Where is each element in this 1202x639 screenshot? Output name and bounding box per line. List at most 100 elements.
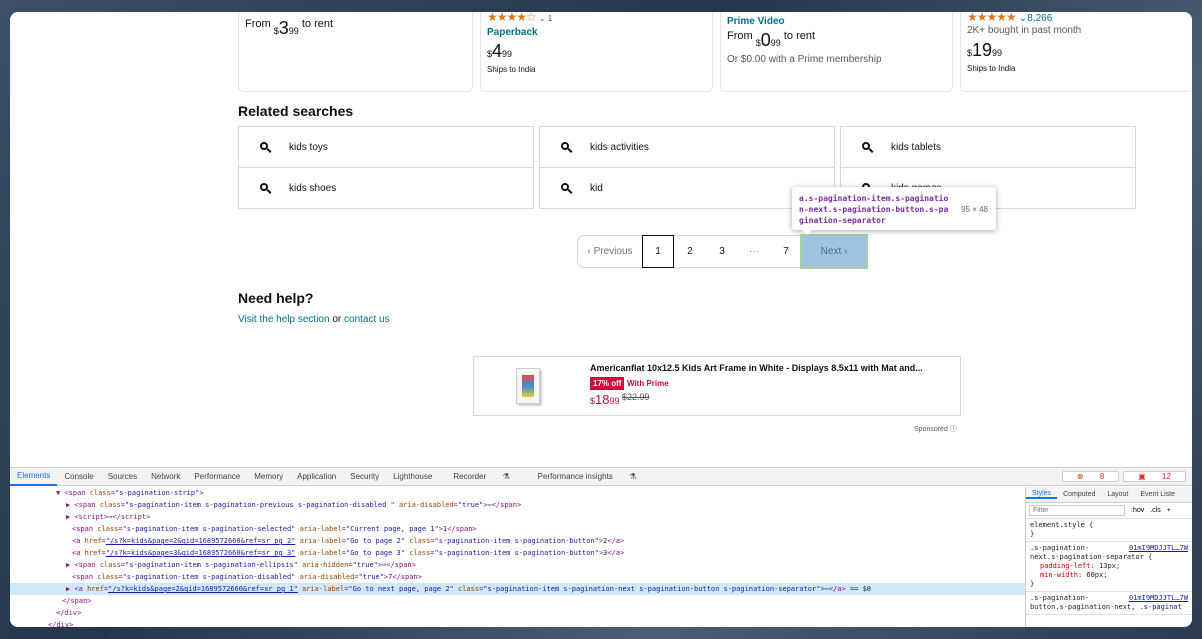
price-from: From [245, 18, 271, 30]
styles-filter-bar: :hov .cls + [1026, 503, 1192, 519]
rating-count[interactable]: ⌄ 1 [539, 14, 552, 23]
dom-node[interactable]: </div> [10, 607, 1025, 619]
css-rule[interactable]: .s-pagination- 01mI9MDJJTL…7W button.s-pa… [1026, 592, 1192, 615]
star-rating-icon[interactable]: ★★★★★ [967, 12, 1017, 24]
tab-network[interactable]: Network [144, 472, 187, 481]
tab-elements[interactable]: Elements [10, 468, 58, 486]
tab-performance-insights[interactable]: Performance insights ⚗ [524, 472, 651, 481]
related-search-item[interactable]: kid [539, 167, 835, 209]
star-rating-icon[interactable]: ★★★★☆ [487, 12, 537, 24]
sponsored-label[interactable]: Sponsored ⓘ [914, 424, 957, 434]
deal-label: With Prime [626, 379, 669, 388]
related-search-item[interactable]: kids shoes [238, 167, 534, 209]
price: $099 [755, 30, 781, 50]
next-button[interactable]: Next › [800, 234, 868, 269]
flask-icon: ⚗ [502, 472, 510, 481]
tab-event-listeners[interactable]: Event Liste [1134, 491, 1181, 498]
related-search-item[interactable]: kids toys [238, 126, 534, 168]
rating-count[interactable]: ⌄8,266 [1019, 13, 1052, 24]
tab-memory[interactable]: Memory [247, 472, 290, 481]
browser-window: From $399 to rent ★★★★☆ ⌄ 1 Paperback $4… [10, 12, 1192, 627]
product-card[interactable]: ★★★★★ ⌄8,266 2K+ bought in past month $1… [960, 12, 1192, 92]
price-suffix: to rent [783, 30, 816, 42]
dom-node[interactable]: ▶ <span class="s-pagination-item s-pagin… [10, 559, 1025, 571]
dom-node[interactable]: <span class="s-pagination-item s-paginat… [10, 571, 1025, 583]
tab-console[interactable]: Console [57, 472, 100, 481]
price-from: From [727, 30, 753, 42]
price: $499 [487, 41, 513, 61]
warning-count[interactable]: ▣ 12 [1123, 471, 1186, 482]
pagination-ellipsis: ··· [749, 246, 759, 257]
tooltip-selector: a.s-pagination-item.s-pagination-next.s-… [799, 194, 949, 225]
devtools-panel: Elements Console Sources Network Perform… [10, 467, 1192, 627]
page-3-link[interactable]: 3 [706, 236, 738, 267]
product-card[interactable]: Prime Video From $099 to rent Or $0.00 w… [720, 12, 953, 92]
ad-price: $1899 [590, 392, 620, 407]
inspect-tooltip: a.s-pagination-item.s-pagination-next.s-… [792, 187, 996, 235]
ad-product-image[interactable] [474, 357, 582, 415]
shipping-note: Ships to India [967, 64, 1016, 73]
tab-styles[interactable]: Styles [1026, 490, 1058, 499]
add-icon[interactable]: + [1167, 507, 1171, 514]
search-icon [561, 142, 569, 150]
chevron-right-icon: › [841, 246, 848, 257]
search-icon [862, 142, 870, 150]
dom-node[interactable]: ▶ <script>⋯</script> [10, 511, 1025, 523]
format-link[interactable]: Paperback [487, 27, 706, 38]
tooltip-size: 95 × 48 [961, 205, 988, 214]
css-rule[interactable]: .s-pagination- 01mI9MDJJTL…7W next.s-pagi… [1026, 542, 1192, 592]
tab-lighthouse[interactable]: Lighthouse [386, 472, 439, 481]
page-1-current: 1 [642, 235, 674, 268]
search-icon [260, 142, 268, 150]
help-line: Visit the help section or contact us [238, 314, 390, 325]
message-icon: ▣ [1138, 472, 1146, 481]
discount-badge: 17% off [590, 377, 625, 390]
format-link[interactable]: Prime Video [727, 16, 946, 27]
dom-node[interactable]: <a href="/s?k=kids&page=3&qid=1689572660… [10, 547, 1025, 559]
tab-computed[interactable]: Computed [1057, 491, 1101, 498]
shipping-note: Ships to India [487, 65, 536, 74]
tab-sources[interactable]: Sources [101, 472, 144, 481]
page-2-link[interactable]: 2 [674, 236, 706, 267]
contact-us-link[interactable]: contact us [344, 314, 390, 325]
error-icon: ⊗ [1076, 472, 1084, 481]
dom-node[interactable]: </div> [10, 619, 1025, 627]
tab-security[interactable]: Security [343, 472, 386, 481]
styles-pane: Styles Computed Layout Event Liste :hov … [1025, 487, 1192, 627]
dom-node[interactable]: ▼ <span class="s-pagination-strip"> [10, 487, 1025, 499]
devtools-tabs: Elements Console Sources Network Perform… [10, 468, 1192, 486]
tab-performance[interactable]: Performance [187, 472, 247, 481]
list-price: $22.99 [622, 392, 650, 402]
element-style-rule[interactable]: element.style {} [1026, 519, 1192, 542]
help-or: or [332, 314, 342, 325]
related-search-item[interactable]: kids tablets [840, 126, 1136, 168]
hov-toggle[interactable]: :hov [1131, 507, 1144, 514]
tab-layout[interactable]: Layout [1101, 491, 1134, 498]
info-icon: ⓘ [949, 426, 957, 433]
dom-node[interactable]: <a href="/s?k=kids&page=2&qid=1689572660… [10, 535, 1025, 547]
product-card[interactable]: From $399 to rent [238, 12, 473, 92]
error-count[interactable]: ⊗ 8 [1061, 471, 1120, 482]
tab-recorder[interactable]: Recorder ⚗ [439, 472, 523, 481]
dom-node[interactable]: ▶ <span class="s-pagination-item s-pagin… [10, 499, 1025, 511]
tab-application[interactable]: Application [290, 472, 343, 481]
dom-node[interactable]: <span class="s-pagination-item s-paginat… [10, 523, 1025, 535]
help-section-link[interactable]: Visit the help section [238, 314, 330, 325]
pagination-strip: ‹ Previous 1 2 3 ··· 7 Next › [577, 234, 868, 269]
styles-filter-input[interactable] [1029, 505, 1125, 516]
related-search-label: kid [590, 182, 603, 194]
ad-title[interactable]: Americanflat 10x12.5 Kids Art Frame in W… [590, 363, 923, 373]
search-icon [561, 183, 569, 191]
dom-tree[interactable]: ▼ <span class="s-pagination-strip"> ▶ <s… [10, 487, 1025, 627]
amazon-page: From $399 to rent ★★★★☆ ⌄ 1 Paperback $4… [10, 12, 1192, 467]
sponsored-ad[interactable]: Americanflat 10x12.5 Kids Art Frame in W… [473, 356, 961, 416]
related-searches-title: Related searches [238, 103, 354, 119]
price: $399 [273, 18, 299, 38]
dom-node-selected[interactable]: ▶ <a href="/s?k=kids&page=2&qid=16895726… [10, 583, 1025, 595]
dom-node[interactable]: </span> [10, 595, 1025, 607]
cls-toggle[interactable]: .cls [1150, 507, 1161, 514]
previous-button: ‹ Previous [587, 246, 633, 257]
related-search-item[interactable]: kids activities [539, 126, 835, 168]
styles-tabs: Styles Computed Layout Event Liste [1026, 487, 1192, 503]
product-card[interactable]: ★★★★☆ ⌄ 1 Paperback $499 Ships to India [480, 12, 713, 92]
